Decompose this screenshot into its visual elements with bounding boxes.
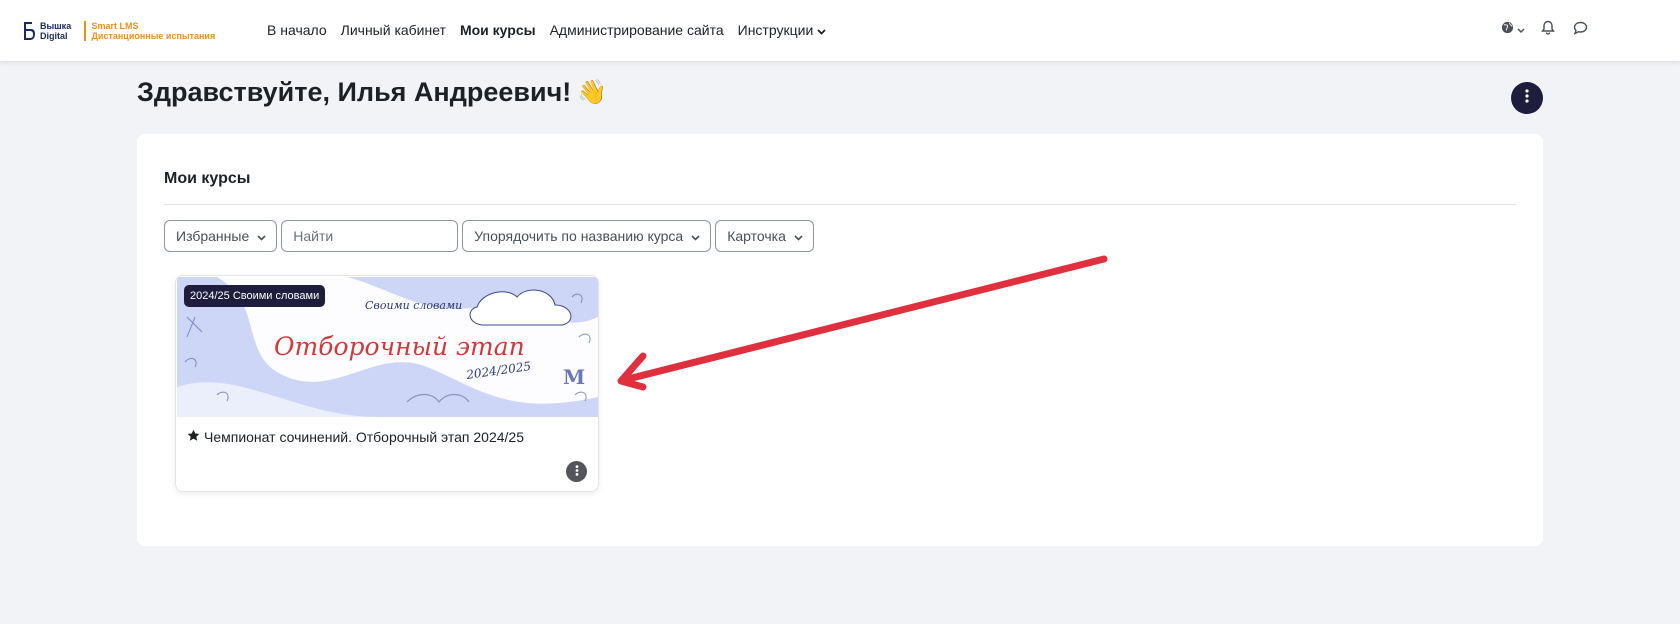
nav-site-admin[interactable]: Администрирование сайта (550, 20, 724, 40)
view-dropdown-label: Карточка (727, 228, 786, 244)
chevron-down-icon (257, 228, 266, 244)
course-actions-menu-button[interactable] (566, 461, 587, 482)
bell-icon (1541, 20, 1555, 40)
course-name-link[interactable]: Чемпионат сочинений. Отборочный этап 202… (187, 429, 524, 445)
waving-hand-icon: 👋 (577, 79, 608, 106)
kebab-menu-icon (1525, 88, 1529, 108)
chevron-down-icon (691, 228, 700, 244)
kebab-menu-icon (575, 463, 579, 481)
chevron-down-icon (794, 228, 803, 244)
logo-sub-line1: Smart LMS (91, 21, 139, 31)
block-title: Мои курсы (164, 170, 251, 187)
messages-button[interactable] (1570, 20, 1590, 40)
notifications-button[interactable] (1538, 20, 1558, 40)
chevron-down-icon (817, 20, 826, 40)
block-divider (164, 204, 1516, 205)
logo-brand-line1: Вышка (40, 21, 72, 31)
language-menu[interactable] (1500, 20, 1526, 40)
nav-dashboard[interactable]: Личный кабинет (341, 20, 446, 40)
nav-instructions-label: Инструкции (737, 22, 814, 38)
page-title: Здравствуйте, Илья Андреевич! 👋 (137, 77, 607, 108)
course-search-input[interactable] (281, 220, 459, 252)
sort-dropdown-label: Упорядочить по названию курса (474, 228, 684, 244)
nav-home[interactable]: В начало (267, 20, 327, 40)
globe-icon (1501, 21, 1514, 39)
logo-sub-line2: Дистанционные испытания (91, 31, 216, 41)
sort-dropdown[interactable]: Упорядочить по названию курса (462, 220, 712, 252)
cover-small-title: Своими словами (365, 299, 462, 312)
chevron-down-icon (1517, 21, 1525, 39)
star-icon (187, 429, 200, 445)
my-courses-block: Мои курсы Избранные Упорядочить по назва… (137, 134, 1543, 546)
chat-icon (1573, 21, 1588, 40)
logo-brand-line2: Digital (40, 31, 68, 41)
cover-title: Отборочный этап (274, 332, 525, 361)
logo-sub-text: Smart LMS Дистанционные испытания (92, 21, 216, 41)
primary-navigation: В начало Личный кабинет Мои курсы Админи… (267, 20, 840, 40)
nav-my-courses[interactable]: Мои курсы (460, 20, 536, 40)
course-name-label: Чемпионат сочинений. Отборочный этап 202… (204, 429, 524, 445)
logo-brand-text: Вышка Digital (40, 21, 80, 41)
hse-logo-icon (23, 21, 36, 41)
top-navbar: Вышка Digital Smart LMS Дистанционные ис… (0, 0, 1680, 61)
course-category-badge: 2024/25 Своими словами (184, 285, 326, 307)
grouping-dropdown-label: Избранные (176, 228, 250, 244)
view-dropdown[interactable]: Карточка (715, 220, 814, 252)
course-filters: Избранные Упорядочить по названию курса … (164, 220, 814, 252)
decorative-letter: M (563, 365, 585, 389)
course-image[interactable]: M Своими словами Отборочный этап 2024/20… (177, 277, 598, 417)
site-logo[interactable]: Вышка Digital Smart LMS Дистанционные ис… (23, 19, 215, 43)
navbar-actions (1500, 20, 1590, 40)
logo-separator (84, 21, 86, 41)
greeting-text: Здравствуйте, Илья Андреевич! (137, 77, 572, 107)
grouping-dropdown[interactable]: Избранные (164, 220, 278, 252)
page-actions-menu-button[interactable] (1511, 82, 1543, 114)
nav-instructions[interactable]: Инструкции (738, 20, 827, 40)
course-card[interactable]: M Своими словами Отборочный этап 2024/20… (175, 275, 599, 492)
